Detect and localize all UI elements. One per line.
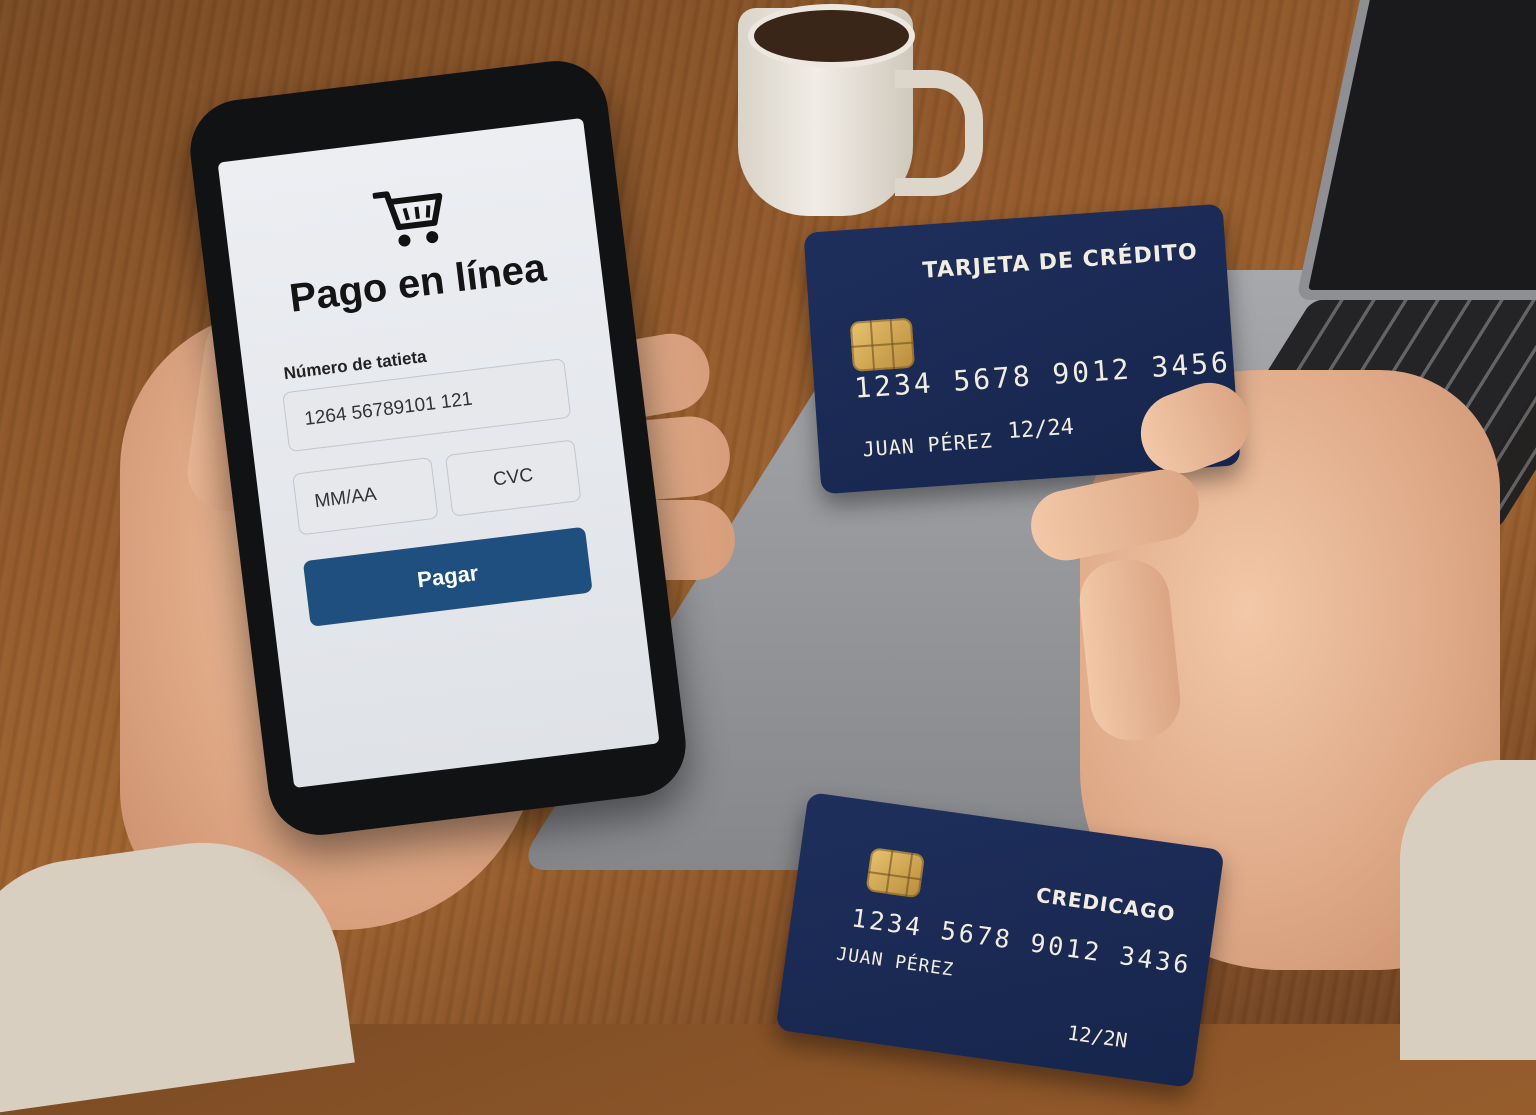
card-brand: CREDICAGO	[1034, 882, 1177, 927]
card-holder: JUAN PÉREZ	[835, 943, 956, 981]
pay-button[interactable]: Pagar	[302, 526, 593, 627]
page-title: Pago en línea	[287, 245, 549, 321]
shopping-cart-icon	[372, 191, 443, 247]
chip-icon	[849, 317, 916, 372]
payment-screen: Pago en línea Número de tatieta 1264 567…	[217, 117, 660, 789]
chip-icon	[865, 847, 926, 899]
right-sleeve	[1400, 760, 1536, 1060]
smartphone: Pago en línea Número de tatieta 1264 567…	[184, 55, 692, 841]
cup-handle	[895, 70, 983, 196]
card-expiry: 12/2N	[1065, 1020, 1129, 1053]
expiry-input[interactable]: MM/AA	[292, 456, 439, 536]
cvc-input[interactable]: CVC	[444, 439, 582, 517]
card-expiry: 12/24	[1006, 414, 1075, 445]
card-holder: JUAN PÉREZ	[861, 428, 994, 462]
card-title: TARJETA DE CRÉDITO	[921, 239, 1199, 284]
coffee-surface	[748, 4, 915, 68]
